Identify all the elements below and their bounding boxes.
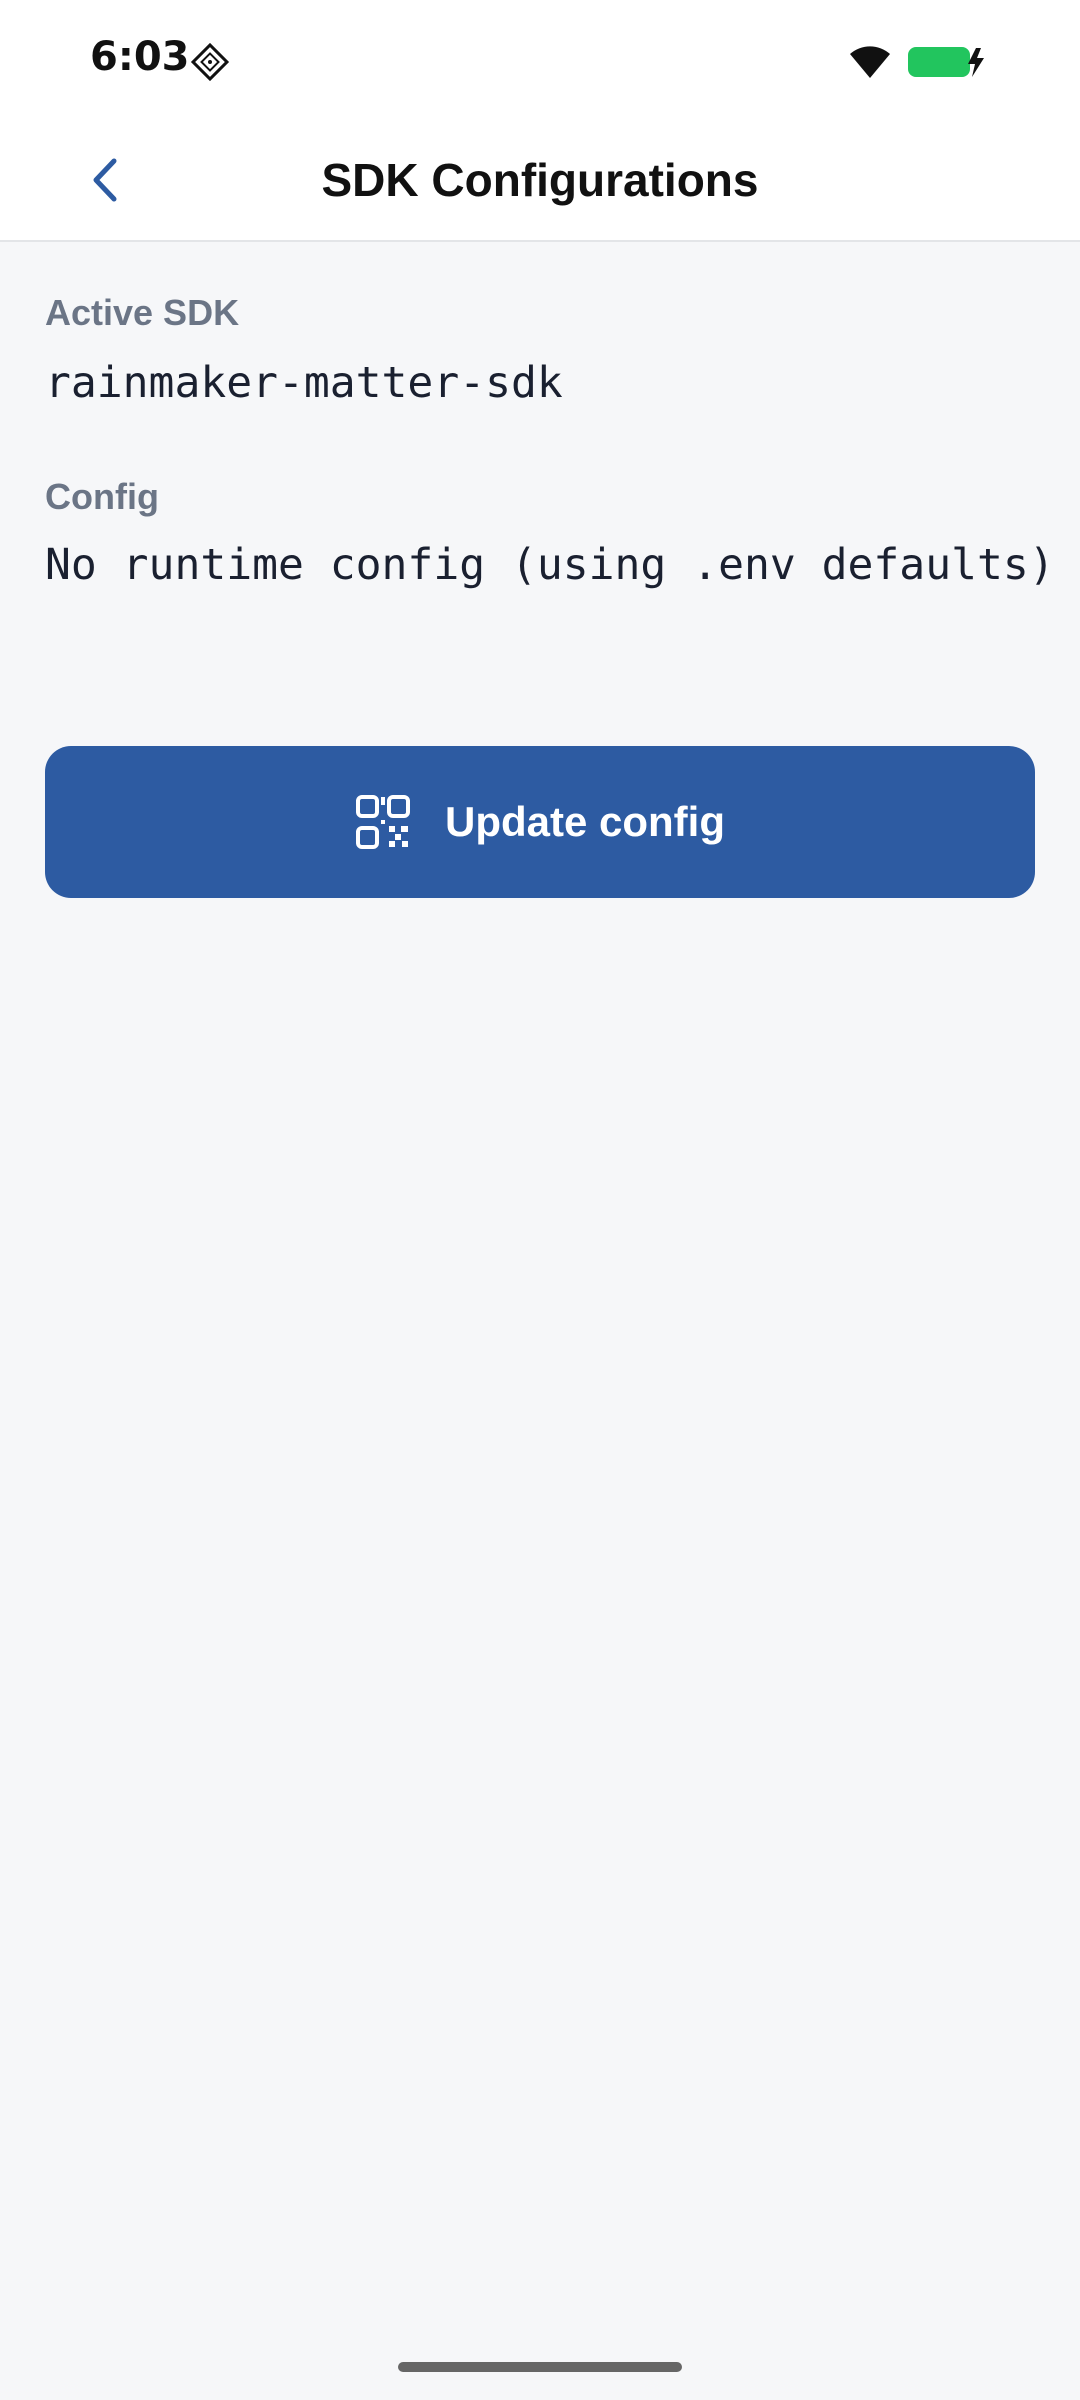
update-config-button[interactable]: Update config [45, 746, 1035, 898]
status-time: 6:03 [90, 34, 190, 80]
config-label: Config [45, 476, 159, 517]
back-button[interactable] [72, 146, 140, 214]
config-value: No runtime config (using .env defaults) [45, 540, 1055, 590]
battery-charging-icon [908, 47, 984, 77]
notification-icon [190, 42, 230, 82]
wifi-icon [850, 46, 890, 78]
qr-code-icon [356, 795, 410, 849]
page-title: SDK Configurations [321, 154, 759, 206]
status-bar: 6:03 [0, 0, 1080, 120]
home-indicator[interactable] [398, 2362, 682, 2372]
update-config-label: Update config [445, 798, 725, 845]
chevron-left-icon [93, 158, 117, 202]
active-sdk-value: rainmaker-matter-sdk [45, 358, 563, 408]
active-sdk-label: Active SDK [45, 292, 240, 333]
app-header: SDK Configurations [0, 120, 1080, 242]
